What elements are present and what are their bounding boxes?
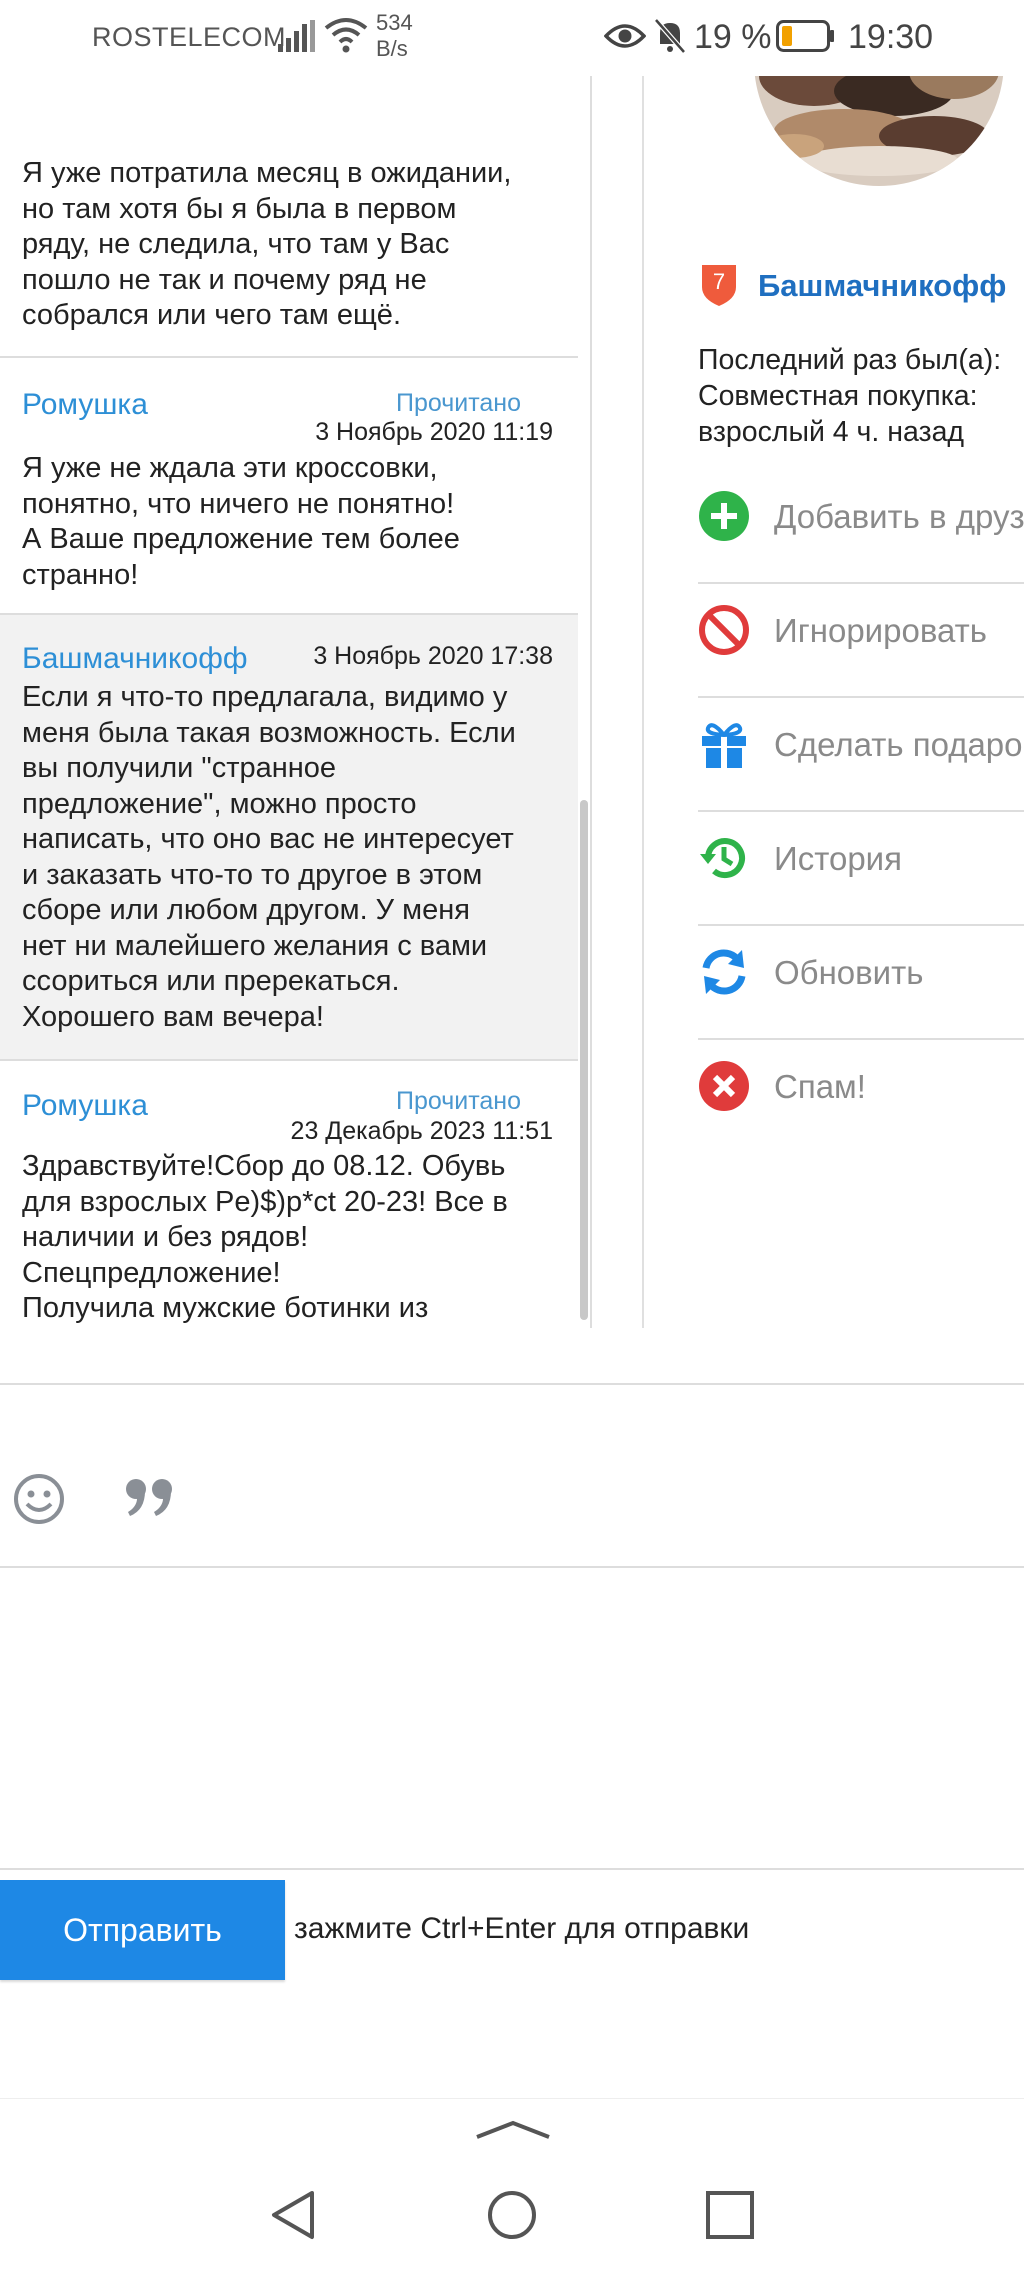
battery-icon — [776, 20, 834, 52]
action-label: Добавить в друзья — [774, 498, 1024, 535]
refresh-icon — [702, 949, 746, 995]
divider — [0, 1383, 1024, 1385]
home-icon[interactable] — [486, 2189, 538, 2241]
action-label: Игнорировать — [774, 612, 987, 649]
block-icon — [699, 605, 749, 655]
network-speed-value: 534 — [376, 10, 413, 35]
send-button[interactable]: Отправить — [0, 1880, 285, 1980]
wifi-icon — [324, 18, 368, 53]
user-profile-panel: 7 Башмачникофф Последний раз был(а): Сов… — [642, 76, 1024, 1328]
quote-icon[interactable] — [124, 1476, 178, 1520]
avatar-image — [754, 76, 1004, 186]
message-author-link[interactable]: Ромушка — [22, 1089, 148, 1123]
add-friend-icon — [699, 491, 749, 541]
action-label: Спам! — [774, 1068, 866, 1105]
network-speed: 534 B/s — [376, 10, 413, 62]
spam-button[interactable]: Спам! — [698, 1040, 1024, 1152]
divider — [0, 1868, 1024, 1870]
message-author-link[interactable]: Ромушка — [22, 388, 148, 422]
signal-icon — [278, 20, 315, 52]
action-label: История — [774, 840, 902, 877]
message-item: Ромушка Прочитано 23 Декабрь 2023 11:51 … — [0, 1061, 578, 1328]
message-date: 3 Ноябрь 2020 17:38 — [313, 642, 553, 670]
action-label: Сделать подарок — [774, 726, 1024, 763]
rank-number: 7 — [713, 269, 725, 294]
compose-toolbar — [0, 1430, 1024, 1565]
network-speed-unit: B/s — [376, 36, 408, 61]
thread-scrollbar[interactable] — [580, 800, 588, 1320]
message-body: Здравствуйте!Сбор до 08.12. Обувь для вз… — [22, 1150, 508, 1328]
message-item: Ромушка Прочитано 3 Ноябрь 2020 11:19 Я … — [0, 358, 578, 615]
message-thread[interactable]: Я уже потратила месяц в ожидании, но там… — [0, 76, 592, 1328]
avatar[interactable] — [754, 76, 1004, 186]
clock: 19:30 — [848, 18, 934, 56]
eye-icon — [604, 24, 646, 48]
message-body: Я уже потратила месяц в ожидании, но там… — [22, 157, 512, 331]
message-body: Если я что-то предлагала, видимо у меня … — [22, 681, 516, 1033]
chevron-up-icon[interactable] — [474, 2119, 552, 2141]
carrier-name: ROSTELECOM — [92, 22, 287, 52]
battery-percent: 19 % — [694, 18, 772, 56]
recents-icon[interactable] — [704, 2189, 756, 2241]
refresh-button[interactable]: Обновить — [698, 926, 1024, 1040]
spam-icon — [699, 1061, 749, 1111]
emoji-icon[interactable] — [12, 1472, 66, 1526]
send-hint: зажмите Ctrl+Enter для отправки — [294, 1912, 750, 1945]
ignore-button[interactable]: Игнорировать — [698, 584, 1024, 698]
read-status: Прочитано — [396, 389, 521, 417]
message-body: Я уже не ждала эти кроссовки, понятно, ч… — [22, 452, 460, 591]
message-input[interactable] — [0, 1568, 1024, 1872]
message-item: Башмачникофф 3 Ноябрь 2020 17:38 Если я … — [0, 615, 578, 1061]
history-icon — [700, 838, 745, 878]
rank-badge: 7 — [702, 265, 736, 306]
message-date: 3 Ноябрь 2020 11:19 — [315, 418, 553, 446]
send-gift-button[interactable]: Сделать подарок — [698, 698, 1024, 812]
history-button[interactable]: История — [698, 812, 1024, 926]
message-author-link[interactable]: Башмачникофф — [22, 642, 248, 676]
back-icon[interactable] — [268, 2189, 318, 2241]
message-date: 23 Декабрь 2023 11:51 — [290, 1117, 553, 1145]
action-label: Обновить — [774, 954, 924, 991]
add-friend-button[interactable]: Добавить в друзья — [698, 470, 1024, 584]
mute-bell-icon — [654, 18, 686, 54]
system-navigation-bar — [0, 2098, 1024, 2276]
message-item: Я уже потратила месяц в ожидании, но там… — [0, 76, 578, 358]
last-seen-text: Последний раз был(а): Совместная покупка… — [698, 344, 1002, 448]
read-status: Прочитано — [396, 1087, 521, 1115]
profile-username[interactable]: Башмачникофф — [758, 268, 1006, 304]
status-bar: ROSTELECOM 534 B/s 19 % 19:30 — [0, 0, 1024, 76]
gift-icon — [702, 723, 746, 768]
